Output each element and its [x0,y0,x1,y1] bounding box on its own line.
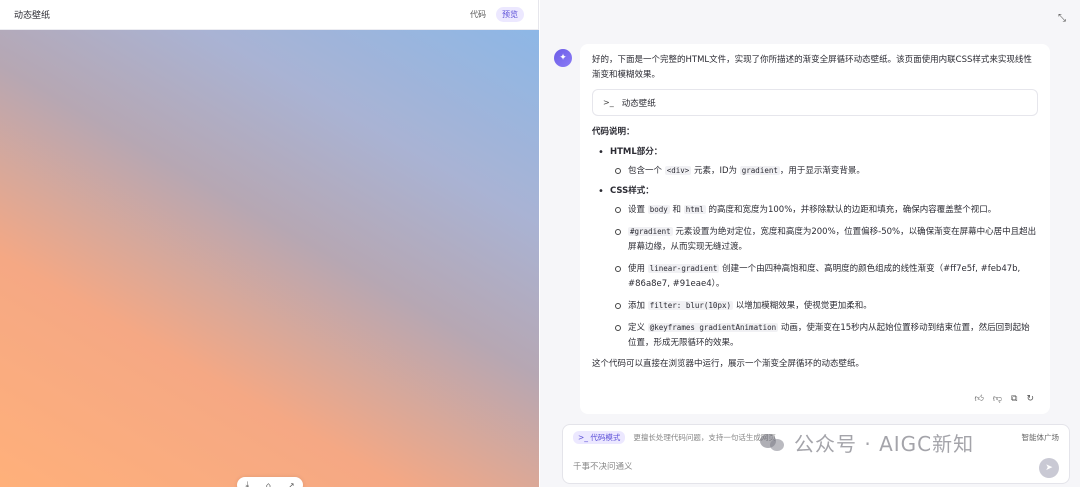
expand-icon[interactable]: ⤡ [1054,11,1070,27]
list-item-html: HTML部分： 包含一个 <div> 元素，ID为 gradient，用于显示渐… [592,146,1038,179]
code-mode-label: 代码模式 [590,433,621,442]
thumbs-up-icon[interactable]: 👍︎ [974,394,983,404]
text-fragment: 和 [672,205,681,215]
text-fragment: 包含一个 [628,166,663,176]
list-item: 定义 @keyframes gradientAnimation 动画，使渐变在1… [610,320,1038,351]
terminal-icon: >_ [603,98,614,107]
preview-header: 动态壁纸 代码 预览 [0,0,538,30]
assistant-logo-icon: ✦ [554,49,572,67]
list-item: 设置 body 和 html 的高度和宽度为100%，并移除默认的边距和填充，确… [610,202,1038,218]
css-section-title: CSS样式： [610,186,654,196]
preview-pane: 动态壁纸 代码 预览 ⤓ ⌂ ↗ [0,0,539,487]
text-fragment: ，用于显示渐变背景。 [779,166,865,176]
message-closing: 这个代码可以直接在浏览器中运行，展示一个渐变全屏循环的动态壁纸。 [592,359,865,369]
message-actions: 👍︎ 👎︎ ⧉ ↻ [974,394,1034,404]
text-fragment: 元素，ID为 [694,166,738,176]
code-file-name: 动态壁纸 [621,98,656,109]
inline-code: #gradient [628,227,673,236]
html-sublist: 包含一个 <div> 元素，ID为 gradient ，用于显示渐变背景。 [610,163,1038,179]
css-sublist: 设置 body 和 html 的高度和宽度为100%，并移除默认的边距和填充，确… [610,202,1038,351]
text-fragment: 的高度和宽度为100%，并移除默认的边距和填充，确保内容覆盖整个视口。 [708,205,997,215]
tab-code[interactable]: 代码 [464,7,492,22]
message-intro: 好的，下面是一个完整的HTML文件，实现了你所描述的渐变全屏循环动态壁纸。该页面… [592,55,1032,80]
list-item: 使用 linear-gradient 创建一个由四种高饱和度、高明度的颜色组成的… [610,261,1038,292]
text-fragment: 元素设置为绝对定位，宽度和高度为200%，位置偏移-50%，以确保渐变在屏幕中心… [628,227,1037,252]
preview-title: 动态壁纸 [14,11,51,21]
text-fragment: 使用 [628,264,646,274]
send-icon[interactable]: ➤ [1039,458,1059,478]
list-item: 包含一个 <div> 元素，ID为 gradient ，用于显示渐变背景。 [610,163,1038,179]
thumbs-down-icon[interactable]: 👎︎ [993,394,1002,404]
text-fragment: 设置 [628,205,646,215]
code-mode-chip[interactable]: >_ 代码模式 [573,431,626,444]
download-icon[interactable]: ⤓ [245,480,249,487]
inline-code: html [683,205,706,214]
watermark-text: 公众号 · AIGC新知 [794,432,975,456]
code-file-card[interactable]: >_ 动态壁纸 [592,89,1038,116]
list-item: 添加 filter: blur(10px) 以增加模糊效果，使视觉更加柔和。 [610,298,1038,314]
list-item: #gradient 元素设置为绝对定位，宽度和高度为200%，位置偏移-50%，… [610,224,1038,255]
wechat-logo-icon [760,432,786,454]
preview-toolbar: ⤓ ⌂ ↗ [237,477,303,487]
text-fragment: 定义 [628,323,646,333]
mode-hint: 更擅长处理代码问题，支持一句话生成网页 [633,433,776,442]
chat-input[interactable] [573,462,1003,472]
inline-code: linear-gradient [647,264,720,273]
inline-code: filter: blur(10px) [647,301,733,310]
gradient-preview: ⤓ ⌂ ↗ [0,30,539,487]
tab-preview[interactable]: 预览 [496,7,524,22]
assistant-message: 好的，下面是一个完整的HTML文件，实现了你所描述的渐变全屏循环动态壁纸。该页面… [580,44,1050,414]
watermark: 公众号 · AIGC新知 [760,428,974,457]
section-title: 代码说明： [592,127,635,137]
list-item-css: CSS样式： 设置 body 和 html 的高度和宽度为100%，并移除默认的… [592,185,1038,351]
inline-code: <div> [664,166,692,175]
inline-code: gradient [739,166,780,175]
text-fragment: 以增加模糊效果，使视觉更加柔和。 [735,301,872,311]
copy-icon[interactable]: ⧉ [1011,394,1017,404]
text-fragment: 添加 [628,301,646,311]
share-icon[interactable]: ⌂ [266,481,271,487]
explanation-list: HTML部分： 包含一个 <div> 元素，ID为 gradient，用于显示渐… [592,146,1038,351]
open-external-icon[interactable]: ↗ [288,481,295,487]
html-section-title: HTML部分： [610,147,663,157]
inline-code: @keyframes gradientAnimation [647,323,779,332]
chat-pane: ⤡ ✦ 好的，下面是一个完整的HTML文件，实现了你所描述的渐变全屏循环动态壁纸… [540,0,1080,487]
view-tabs: 代码 预览 [464,7,524,22]
regenerate-icon[interactable]: ↻ [1026,394,1034,404]
inline-code: body [647,205,670,214]
agent-square-link[interactable]: 智能体广场 [1022,432,1060,443]
